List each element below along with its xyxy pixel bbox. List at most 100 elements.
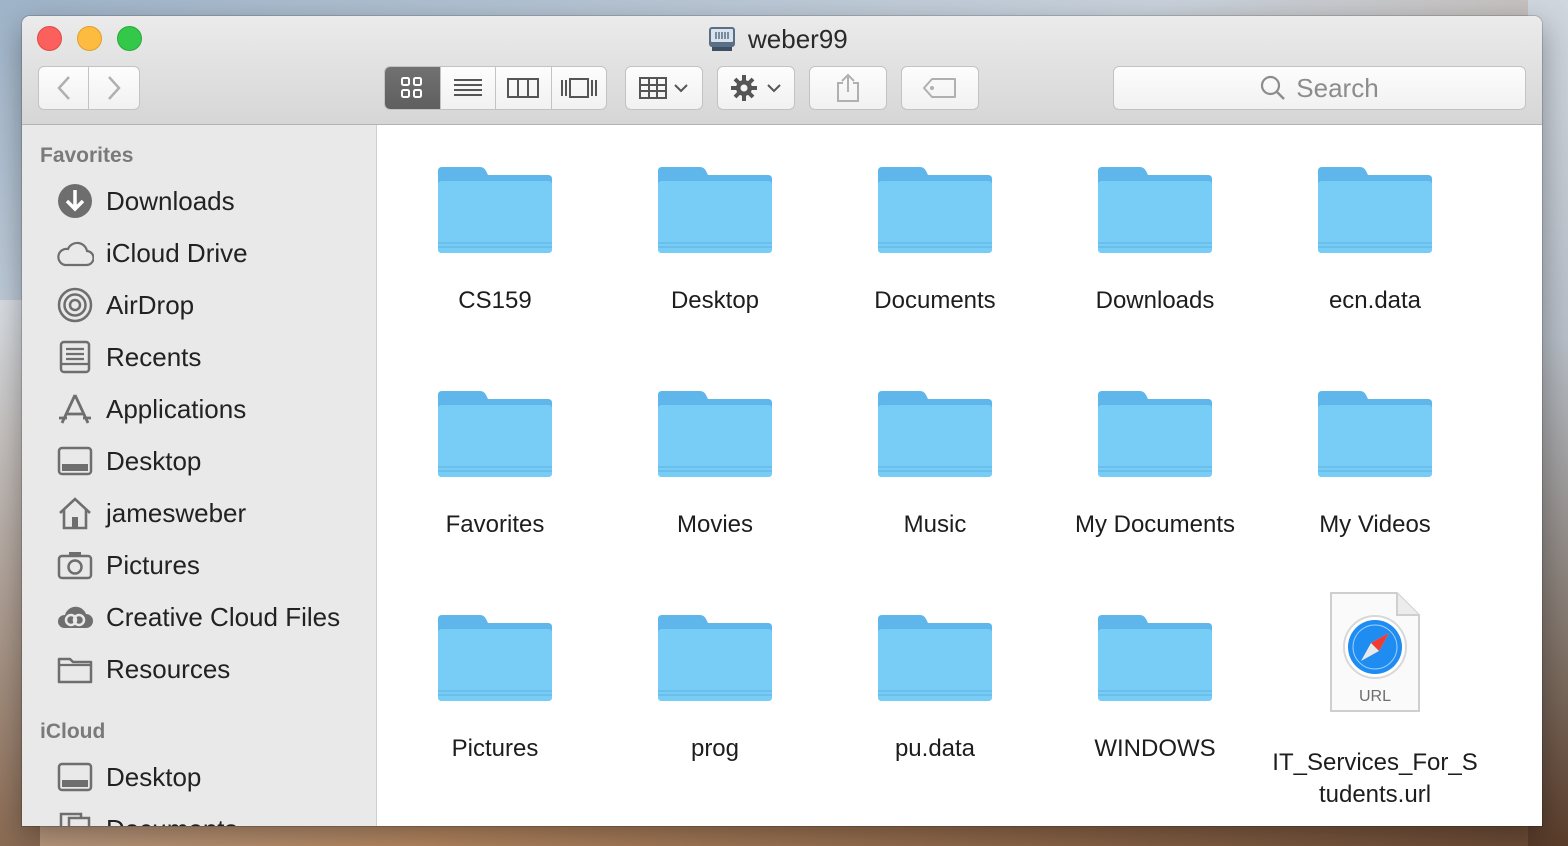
group-by-button[interactable] (625, 66, 703, 110)
grid-icon (401, 77, 423, 98)
file-item-downloads[interactable]: Downloads (1045, 157, 1265, 317)
file-name: pu.data (894, 735, 976, 762)
file-item-movies[interactable]: Movies (605, 381, 825, 541)
tags-button[interactable] (901, 66, 979, 110)
chevron-right-icon (108, 76, 121, 100)
folder-icon (56, 650, 94, 688)
sidebar-item-airdrop[interactable]: AirDrop (56, 283, 371, 327)
file-item-documents[interactable]: Documents (825, 157, 1045, 317)
folder-icon (1098, 391, 1212, 477)
sidebar-item-home[interactable]: jamesweber (56, 491, 371, 535)
sidebar-item-downloads[interactable]: Downloads (56, 179, 371, 223)
sidebar-item-icloud-desktop[interactable]: Desktop (56, 755, 371, 799)
file-item-it-services-url[interactable]: URL IT_Services_For_Students.url (1265, 591, 1485, 811)
list-icon (453, 79, 482, 96)
file-name: Documents (874, 287, 996, 314)
sidebar-item-recents[interactable]: Recents (56, 335, 371, 379)
file-item-favorites[interactable]: Favorites (385, 381, 605, 541)
gallery-view-button[interactable] (552, 67, 607, 109)
folder-icon (878, 391, 992, 477)
sidebar-item-label: Desktop (106, 445, 202, 476)
desktop-icon (56, 442, 94, 480)
toolbar: weber99 Search (22, 16, 1542, 125)
file-name: Downloads (1095, 287, 1215, 314)
column-view-button[interactable] (496, 67, 552, 109)
camera-icon (56, 546, 94, 584)
file-name: WINDOWS (1094, 735, 1216, 762)
url-document-icon: URL (1330, 592, 1420, 712)
sidebar-item-label: jamesweber (106, 497, 247, 528)
sidebar-item-icloud-documents[interactable]: Documents (56, 807, 371, 826)
window-title: weber99 (708, 22, 848, 56)
sidebar-item-label: Resources (106, 653, 231, 684)
tag-icon (923, 78, 956, 98)
folder-icon (438, 391, 552, 477)
airdrop-icon (56, 286, 94, 324)
sidebar-item-desktop[interactable]: Desktop (56, 439, 371, 483)
file-item-pu-data[interactable]: pu.data (825, 605, 1045, 765)
desktop-icon (56, 758, 94, 796)
arrange-icon (639, 77, 688, 99)
file-name: IT_Services_For_Students.url (1272, 749, 1478, 808)
folder-icon (658, 615, 772, 701)
sidebar-item-label: AirDrop (106, 289, 195, 320)
sidebar-item-label: Desktop (106, 761, 202, 792)
file-item-windows[interactable]: WINDOWS (1045, 605, 1265, 765)
server-icon (709, 27, 735, 51)
share-button[interactable] (809, 66, 887, 110)
file-item-desktop[interactable]: Desktop (605, 157, 825, 317)
sidebar-item-icloud-drive[interactable]: iCloud Drive (56, 231, 371, 275)
icon-view-button[interactable] (385, 67, 441, 109)
sidebar-item-label: Downloads (106, 185, 235, 216)
home-icon (56, 494, 94, 532)
search-field[interactable]: Search (1113, 66, 1526, 110)
sidebar-item-label: Pictures (106, 549, 200, 580)
folder-icon (658, 167, 772, 253)
sidebar-item-resources[interactable]: Resources (56, 647, 371, 691)
folder-icon (438, 615, 552, 701)
folder-icon (1318, 391, 1432, 477)
chevron-left-icon (56, 76, 70, 100)
file-name: ecn.data (1328, 287, 1422, 314)
file-name: prog (690, 735, 740, 762)
action-menu-button[interactable] (717, 66, 795, 110)
sidebar: Favorites Downloads iCloud Drive AirDrop… (22, 125, 377, 826)
back-button[interactable] (38, 66, 89, 110)
file-item-cs159[interactable]: CS159 (385, 157, 605, 317)
file-name: Desktop (670, 287, 760, 314)
close-window-button[interactable] (37, 26, 62, 51)
sidebar-item-creative-cloud-files[interactable]: Creative Cloud Files (56, 595, 371, 639)
sidebar-item-label: iCloud Drive (106, 237, 248, 268)
forward-button[interactable] (89, 66, 140, 110)
file-item-my-documents[interactable]: My Documents (1045, 381, 1265, 541)
file-grid: CS159 Desktop Documents Downloads ecn.da… (377, 125, 1542, 826)
folder-icon (878, 167, 992, 253)
sidebar-item-label: Documents (106, 814, 238, 827)
window-title-text: weber99 (748, 23, 848, 54)
minimize-window-button[interactable] (77, 26, 102, 51)
file-name: Movies (676, 511, 754, 538)
cloud-icon (56, 234, 94, 272)
sidebar-item-pictures[interactable]: Pictures (56, 543, 371, 587)
file-name: My Documents (1074, 511, 1236, 538)
sidebar-item-label: Recents (106, 341, 202, 372)
file-item-ecn-data[interactable]: ecn.data (1265, 157, 1485, 317)
sidebar-item-applications[interactable]: Applications (56, 387, 371, 431)
file-name: CS159 (458, 287, 532, 314)
url-badge: URL (1359, 688, 1391, 705)
sidebar-item-label: Creative Cloud Files (106, 601, 341, 632)
share-icon (837, 73, 859, 102)
view-mode-control (384, 66, 607, 110)
file-item-prog[interactable]: prog (605, 605, 825, 765)
folder-icon (658, 391, 772, 477)
folder-icon (438, 167, 552, 253)
file-item-pictures[interactable]: Pictures (385, 605, 605, 765)
zoom-window-button[interactable] (117, 26, 142, 51)
download-icon (56, 182, 94, 220)
file-item-my-videos[interactable]: My Videos (1265, 381, 1485, 541)
list-view-button[interactable] (441, 67, 496, 109)
folder-icon (878, 615, 992, 701)
file-item-music[interactable]: Music (825, 381, 1045, 541)
columns-icon (507, 78, 540, 98)
search-placeholder: Search (1296, 72, 1379, 103)
